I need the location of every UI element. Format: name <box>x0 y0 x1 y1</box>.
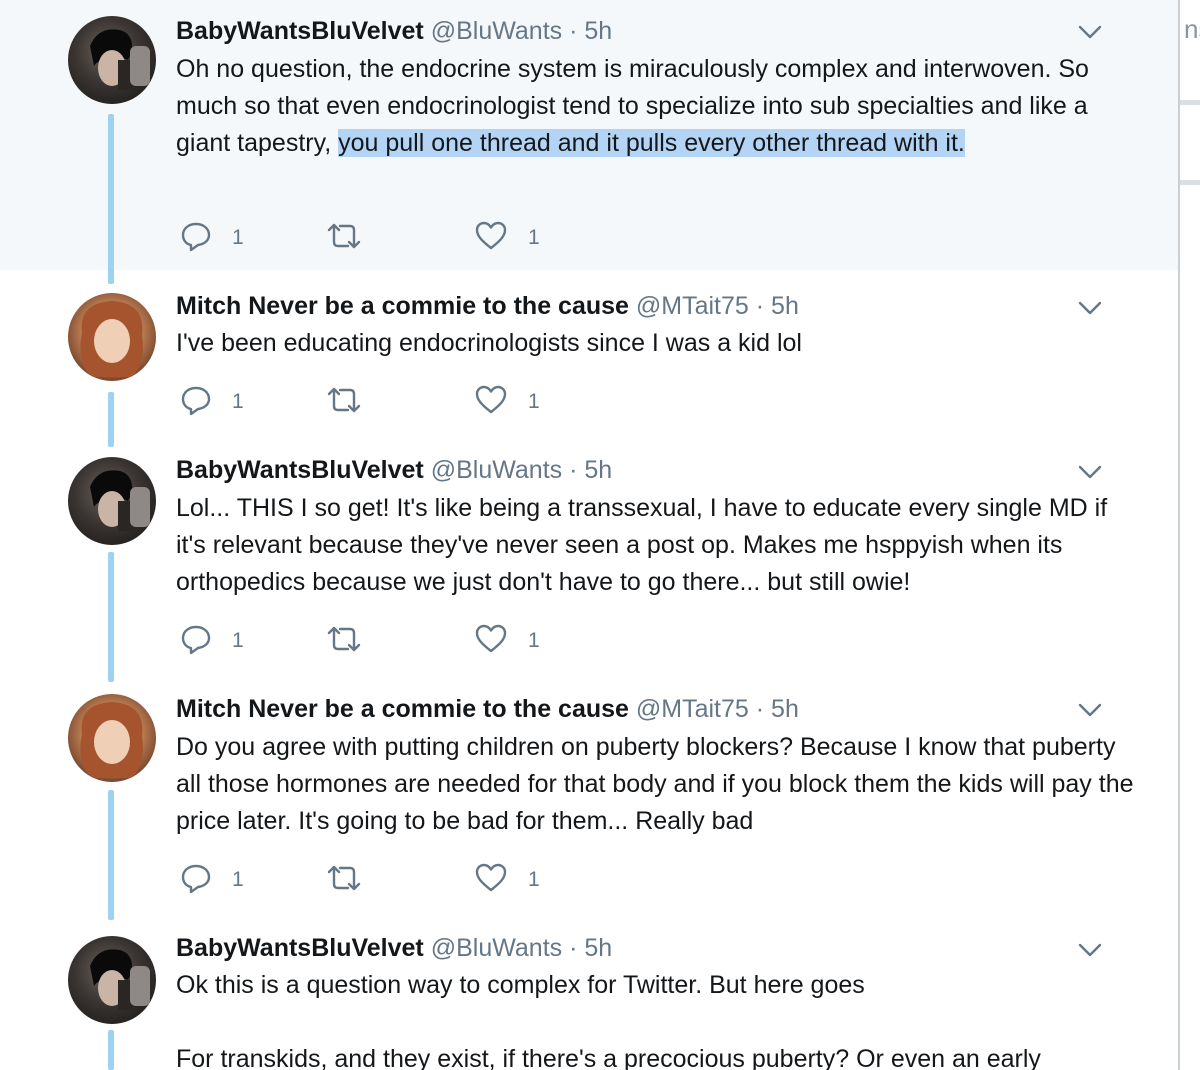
reply-icon <box>181 222 211 252</box>
retweet-icon <box>327 626 361 652</box>
user-handle[interactable]: @MTait75 <box>636 695 749 723</box>
separator-dot: · <box>569 456 578 484</box>
avatar[interactable] <box>68 16 156 104</box>
avatar[interactable] <box>68 293 156 381</box>
timestamp[interactable]: 5h <box>771 695 799 723</box>
reply-count: 1 <box>232 868 244 891</box>
tweet-text-second-paragraph: For transkids, and they exist, if there'… <box>176 1041 1136 1070</box>
tweet[interactable]: Mitch Never be a commie to the cause @MT… <box>0 680 1178 920</box>
display-name[interactable]: Mitch Never be a commie to the cause <box>176 292 629 320</box>
user-handle[interactable]: @BluWants <box>431 934 562 962</box>
heart-icon <box>475 385 507 414</box>
like-count: 1 <box>528 226 540 249</box>
chevron-down-icon[interactable] <box>1078 464 1102 480</box>
avatar[interactable] <box>68 936 156 1024</box>
tweet-text-main: Do you agree with putting children on pu… <box>176 733 1134 835</box>
display-name[interactable]: Mitch Never be a commie to the cause <box>176 695 629 723</box>
user-handle[interactable]: @BluWants <box>431 456 562 484</box>
heart-icon <box>475 221 507 250</box>
separator-dot: · <box>755 695 765 723</box>
chevron-down-icon[interactable] <box>1078 300 1102 316</box>
avatar[interactable] <box>68 457 156 545</box>
tweet-text: Do you agree with putting children on pu… <box>176 729 1136 840</box>
like-count: 1 <box>528 629 540 652</box>
like-count: 1 <box>528 390 540 413</box>
avatar[interactable] <box>68 694 156 782</box>
reply-icon <box>181 625 211 655</box>
tweet-text: Oh no question, the endocrine system is … <box>176 51 1136 162</box>
tweet[interactable]: BabyWantsBluVelvet @BluWants · 5h Ok thi… <box>0 920 1178 1070</box>
heart-icon <box>475 863 507 892</box>
tweet-header: BabyWantsBluVelvet @BluWants · 5h <box>176 17 612 46</box>
edge-divider <box>1180 180 1200 185</box>
selected-text: you pull one thread and it pulls every o… <box>338 129 965 157</box>
adjacent-panel-edge: ns <box>1178 0 1200 1070</box>
timestamp[interactable]: 5h <box>771 292 799 320</box>
chevron-down-icon[interactable] <box>1078 24 1102 40</box>
reply-icon <box>181 864 211 894</box>
tweet-text-continued: For transkids, and they exist, if there'… <box>176 1045 1041 1070</box>
chevron-down-icon[interactable] <box>1078 702 1102 718</box>
user-handle[interactable]: @BluWants <box>431 17 562 45</box>
tweet[interactable]: BabyWantsBluVelvet @BluWants · 5h Lol...… <box>0 440 1178 680</box>
separator-dot: · <box>755 292 765 320</box>
timestamp[interactable]: 5h <box>584 456 612 484</box>
tweet-text: Ok this is a question way to complex for… <box>176 967 1136 1004</box>
tweet-header: Mitch Never be a commie to the cause @MT… <box>176 695 799 724</box>
timestamp[interactable]: 5h <box>584 934 612 962</box>
like-count: 1 <box>528 868 540 891</box>
tweet-text: I've been educating endocrinologists sin… <box>176 325 1136 362</box>
tweet-text-main: Ok this is a question way to complex for… <box>176 971 865 999</box>
tweet-text-main: I've been educating endocrinologists sin… <box>176 329 802 357</box>
reply-count: 1 <box>232 390 244 413</box>
display-name[interactable]: BabyWantsBluVelvet <box>176 17 424 45</box>
user-handle[interactable]: @MTait75 <box>636 292 749 320</box>
reply-icon <box>181 386 211 416</box>
chevron-down-icon[interactable] <box>1078 942 1102 958</box>
tweet-text-main: Lol... THIS I so get! It's like being a … <box>176 494 1108 596</box>
reply-count: 1 <box>232 629 244 652</box>
heart-icon <box>475 624 507 653</box>
twitter-thread-view: BabyWantsBluVelvet @BluWants · 5h Oh no … <box>0 0 1200 1070</box>
reply-count: 1 <box>232 226 244 249</box>
display-name[interactable]: BabyWantsBluVelvet <box>176 456 424 484</box>
tweet-header: BabyWantsBluVelvet @BluWants · 5h <box>176 934 612 963</box>
tweet[interactable]: Mitch Never be a commie to the cause @MT… <box>0 270 1178 440</box>
separator-dot: · <box>569 934 578 962</box>
retweet-icon <box>327 223 361 249</box>
tweet-text: Lol... THIS I so get! It's like being a … <box>176 490 1136 601</box>
retweet-icon <box>327 865 361 891</box>
tweet-header: Mitch Never be a commie to the cause @MT… <box>176 292 799 321</box>
timestamp[interactable]: 5h <box>584 17 612 45</box>
tweet-header: BabyWantsBluVelvet @BluWants · 5h <box>176 456 612 485</box>
edge-divider <box>1180 100 1200 105</box>
clipped-text: ns <box>1184 14 1200 44</box>
separator-dot: · <box>569 17 578 45</box>
tweet[interactable]: BabyWantsBluVelvet @BluWants · 5h Oh no … <box>0 0 1178 270</box>
display-name[interactable]: BabyWantsBluVelvet <box>176 934 424 962</box>
retweet-icon <box>327 387 361 413</box>
